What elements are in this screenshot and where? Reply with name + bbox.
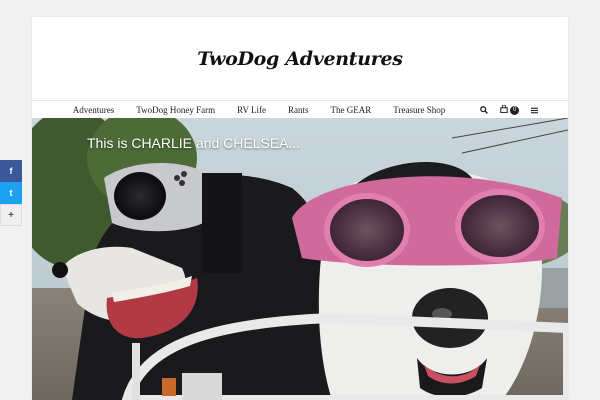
cart-button[interactable]: 0: [500, 104, 520, 115]
nav-item-rants[interactable]: Rants: [288, 105, 309, 115]
facebook-share-button[interactable]: f: [0, 160, 22, 182]
nav-item-treasure-shop[interactable]: Treasure Shop: [393, 105, 445, 115]
nav-icon-group: 0: [468, 104, 539, 115]
social-share-bar: f t +: [0, 160, 22, 226]
nav-item-rv-life[interactable]: RV Life: [237, 105, 266, 115]
main-nav: Adventures TwoDog Honey Farm RV Life Ran…: [32, 100, 568, 119]
hero-caption: This is CHARLIE and CHELSEA...: [87, 135, 301, 151]
nav-item-honey-farm[interactable]: TwoDog Honey Farm: [136, 105, 215, 115]
site-header: TwoDog Adventures: [32, 17, 568, 100]
more-share-button[interactable]: +: [0, 204, 22, 226]
twitter-share-button[interactable]: t: [0, 182, 22, 204]
hero-section: This is CHARLIE and CHELSEA...: [32, 118, 568, 400]
page-container: TwoDog Adventures Adventures TwoDog Hone…: [32, 17, 568, 400]
cart-icon: [500, 104, 508, 115]
site-title[interactable]: TwoDog Adventures: [197, 48, 403, 70]
hero-image: [32, 118, 568, 400]
nav-item-adventures[interactable]: Adventures: [73, 105, 115, 115]
menu-icon[interactable]: [531, 107, 539, 114]
search-icon[interactable]: [480, 106, 489, 114]
cart-count-badge: 0: [510, 105, 520, 115]
nav-item-gear[interactable]: The GEAR: [331, 105, 372, 115]
